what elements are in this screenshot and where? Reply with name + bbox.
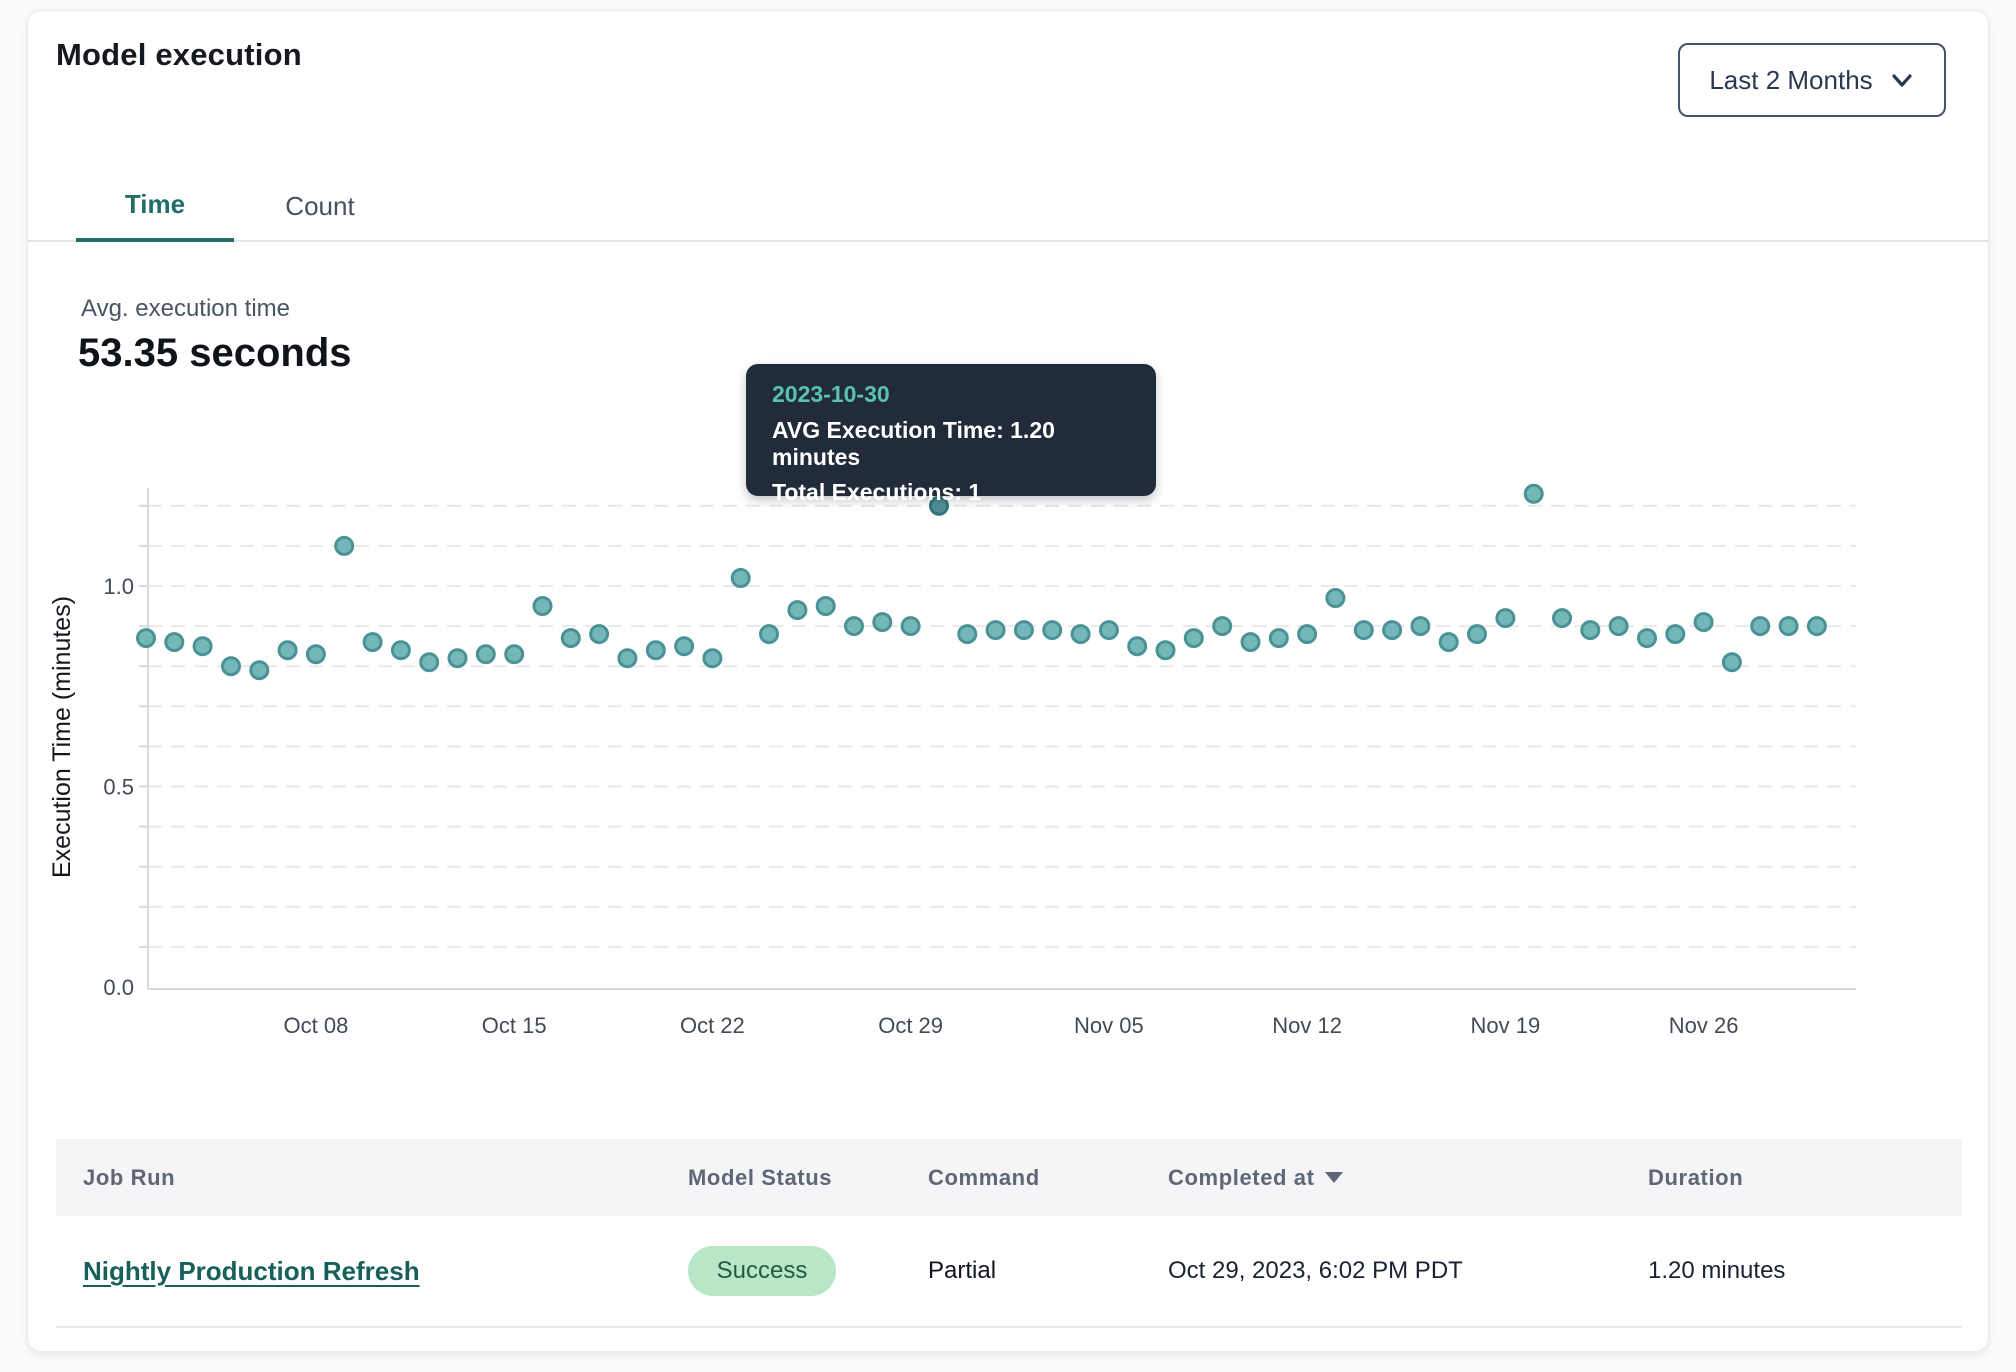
tooltip-date: 2023-10-30 xyxy=(772,381,1130,408)
scatter-point[interactable] xyxy=(732,570,749,587)
duration-cell: 1.20 minutes xyxy=(1648,1216,1785,1326)
scatter-point[interactable] xyxy=(1327,590,1344,607)
scatter-point[interactable] xyxy=(761,626,778,643)
scatter-point[interactable] xyxy=(1412,618,1429,635)
x-axis-tick-label: Oct 15 xyxy=(482,1013,547,1038)
scatter-point[interactable] xyxy=(562,630,579,647)
scatter-point[interactable] xyxy=(704,650,721,667)
scatter-point[interactable] xyxy=(421,654,438,671)
scatter-point[interactable] xyxy=(987,622,1004,639)
scatter-point[interactable] xyxy=(307,646,324,663)
scatter-point[interactable] xyxy=(1044,622,1061,639)
scatter-point[interactable] xyxy=(1185,630,1202,647)
scatter-point[interactable] xyxy=(1270,630,1287,647)
scatter-point[interactable] xyxy=(279,642,296,659)
scatter-point[interactable] xyxy=(902,618,919,635)
y-axis-tick-label: 0.5 xyxy=(103,775,134,800)
scatter-point[interactable] xyxy=(846,618,863,635)
column-header-model-status: Model Status xyxy=(688,1139,832,1216)
job-run-link[interactable]: Nightly Production Refresh xyxy=(83,1256,420,1287)
scatter-point[interactable] xyxy=(1808,618,1825,635)
scatter-point[interactable] xyxy=(166,634,183,651)
x-axis-tick-label: Oct 29 xyxy=(878,1013,943,1038)
scatter-point[interactable] xyxy=(1072,626,1089,643)
scatter-point[interactable] xyxy=(477,646,494,663)
job-run-cell: Nightly Production Refresh xyxy=(83,1216,420,1326)
scatter-point[interactable] xyxy=(874,614,891,631)
x-axis-tick-label: Nov 05 xyxy=(1074,1013,1144,1038)
scatter-point[interactable] xyxy=(1497,610,1514,627)
scatter-point[interactable] xyxy=(194,638,211,655)
scatter-point[interactable] xyxy=(534,598,551,615)
chart-tooltip: 2023-10-30 AVG Execution Time: 1.20 minu… xyxy=(746,364,1156,496)
scatter-point[interactable] xyxy=(1469,626,1486,643)
column-header-command: Command xyxy=(928,1139,1040,1216)
table-row-divider xyxy=(56,1326,1962,1328)
scatter-point[interactable] xyxy=(223,658,240,675)
scatter-point[interactable] xyxy=(591,626,608,643)
column-header-job-run: Job Run xyxy=(83,1139,175,1216)
scatter-point[interactable] xyxy=(1129,638,1146,655)
scatter-point[interactable] xyxy=(647,642,664,659)
scatter-point[interactable] xyxy=(1525,485,1542,502)
x-axis-tick-label: Nov 19 xyxy=(1471,1013,1541,1038)
table-header: Job Run Model Status Command Completed a… xyxy=(56,1139,1962,1216)
scatter-point[interactable] xyxy=(1157,642,1174,659)
scatter-point[interactable] xyxy=(392,642,409,659)
table-row: Nightly Production Refresh Success Parti… xyxy=(56,1216,1962,1326)
x-axis-tick-label: Oct 22 xyxy=(680,1013,745,1038)
tooltip-avg-execution-time: AVG Execution Time: 1.20 minutes xyxy=(772,417,1130,471)
scatter-point[interactable] xyxy=(1610,618,1627,635)
scatter-point[interactable] xyxy=(1554,610,1571,627)
scatter-point[interactable] xyxy=(1667,626,1684,643)
scatter-point[interactable] xyxy=(1695,614,1712,631)
y-axis-title: Execution Time (minutes) xyxy=(48,596,76,878)
scatter-point[interactable] xyxy=(1214,618,1231,635)
scatter-point[interactable] xyxy=(1100,622,1117,639)
scatter-point[interactable] xyxy=(364,634,381,651)
scatter-point[interactable] xyxy=(1723,654,1740,671)
scatter-point[interactable] xyxy=(676,638,693,655)
scatter-point[interactable] xyxy=(1440,634,1457,651)
scatter-point[interactable] xyxy=(1242,634,1259,651)
x-axis-tick-label: Oct 08 xyxy=(284,1013,349,1038)
scatter-point[interactable] xyxy=(959,626,976,643)
scatter-point[interactable] xyxy=(1299,626,1316,643)
x-axis-tick-label: Nov 12 xyxy=(1272,1013,1342,1038)
scatter-point[interactable] xyxy=(1639,630,1656,647)
status-badge: Success xyxy=(688,1246,836,1296)
scatter-point[interactable] xyxy=(619,650,636,667)
scatter-point[interactable] xyxy=(506,646,523,663)
sort-descending-icon xyxy=(1325,1172,1343,1183)
scatter-point[interactable] xyxy=(336,537,353,554)
scatter-point[interactable] xyxy=(1384,622,1401,639)
scatter-point[interactable] xyxy=(1355,622,1372,639)
execution-time-scatter-chart: 0.0 0.5 1.0 Execution Time (minutes) Oct 08 O… xyxy=(28,11,1990,1091)
column-header-duration: Duration xyxy=(1648,1139,1743,1216)
model-status-cell: Success xyxy=(688,1216,836,1326)
scatter-point[interactable] xyxy=(1752,618,1769,635)
scatter-point[interactable] xyxy=(138,630,155,647)
y-axis-tick-label: 1.0 xyxy=(103,574,134,599)
scatter-point[interactable] xyxy=(817,598,834,615)
scatter-point[interactable] xyxy=(251,662,268,679)
scatter-point[interactable] xyxy=(449,650,466,667)
tooltip-total-executions: Total Executions: 1 xyxy=(772,479,1130,506)
y-axis-tick-label: 0.0 xyxy=(103,975,134,1000)
model-execution-card: Model execution Last 2 Months Time Count… xyxy=(27,10,1989,1352)
column-header-completed-at[interactable]: Completed at xyxy=(1168,1139,1343,1216)
completed-at-cell: Oct 29, 2023, 6:02 PM PDT xyxy=(1168,1216,1463,1326)
command-cell: Partial xyxy=(928,1216,996,1326)
scatter-point[interactable] xyxy=(1780,618,1797,635)
scatter-point[interactable] xyxy=(1015,622,1032,639)
scatter-point[interactable] xyxy=(1582,622,1599,639)
x-axis-tick-label: Nov 26 xyxy=(1669,1013,1739,1038)
scatter-point[interactable] xyxy=(789,602,806,619)
